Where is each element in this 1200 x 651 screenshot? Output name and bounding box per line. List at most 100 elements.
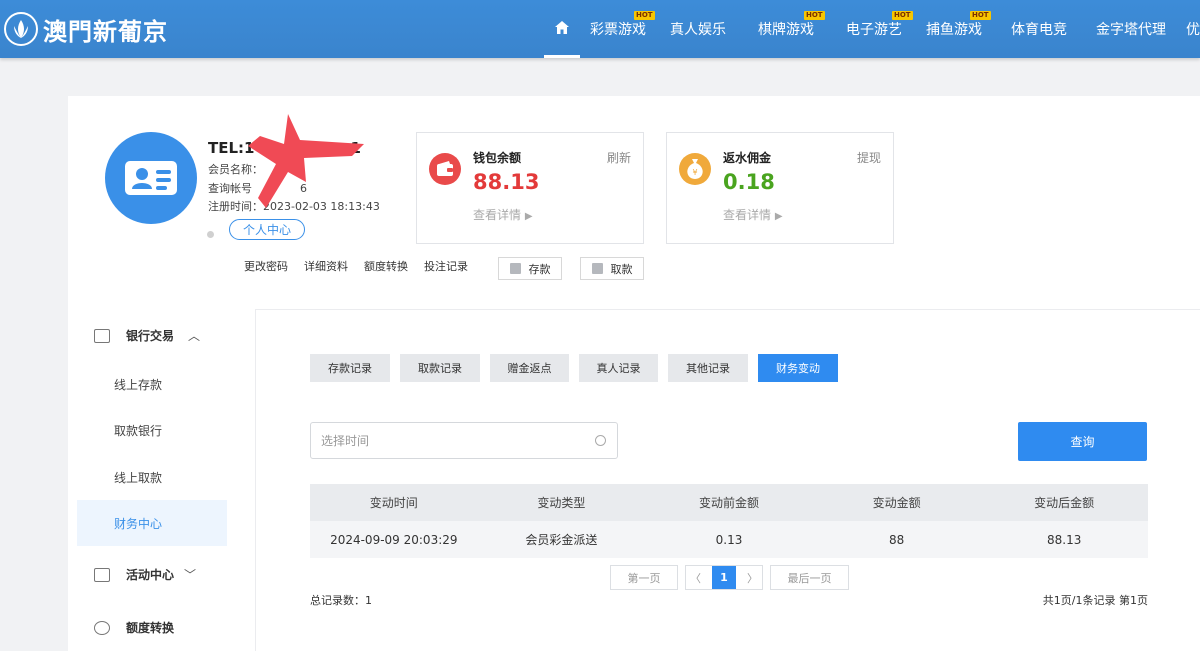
account-label: 查询帐号	[208, 182, 252, 195]
nav-more[interactable]: 优	[1186, 0, 1200, 58]
chevron-down-icon: ﹀	[184, 568, 197, 582]
personal-center-button[interactable]: 个人中心	[229, 219, 305, 240]
page-summary: 共1页/1条记录 第1页	[1042, 594, 1148, 607]
date-picker-input[interactable]: 选择时间	[310, 422, 618, 459]
refresh-link[interactable]: 刷新	[607, 149, 631, 166]
pager-nav: 〈 1 〉	[685, 565, 763, 590]
clock-icon	[595, 435, 606, 446]
nav-label: 彩票游戏	[590, 22, 646, 38]
wallet-icon	[429, 153, 461, 185]
nav-lottery[interactable]: 彩票游戏 HOT	[590, 0, 655, 58]
nav-label: 优	[1186, 22, 1200, 38]
svg-text:¥: ¥	[692, 168, 697, 177]
sidebar-item-online-deposit[interactable]: 线上存款	[77, 361, 227, 407]
nav-home[interactable]	[544, 0, 580, 58]
sidebar-item-withdraw-bank[interactable]: 取款银行	[77, 407, 227, 453]
sidebar-item-online-withdraw[interactable]: 线上取款	[77, 454, 227, 500]
withdraw-label: 取款	[610, 262, 633, 276]
nav-live[interactable]: 真人娱乐	[670, 0, 726, 58]
pager-prev[interactable]: 〈	[690, 570, 701, 586]
money-bag-icon: ¥	[679, 153, 711, 185]
profile-details-link[interactable]: 详细资料	[304, 258, 348, 274]
status-dot	[207, 231, 214, 238]
triangle-right-icon: ▶	[524, 211, 533, 222]
wallet-amount: 88.13	[473, 170, 540, 194]
sidebar-group-label: 银行交易	[126, 329, 175, 343]
hot-badge: HOT	[804, 11, 825, 20]
total-records: 总记录数：1	[310, 594, 372, 607]
nav-chess[interactable]: 棋牌游戏 HOT	[758, 0, 825, 58]
account-suffix: 6	[300, 182, 307, 195]
tab-other-records[interactable]: 其他记录	[668, 354, 748, 382]
tab-finance-changes[interactable]: 财务变动	[758, 354, 838, 382]
transfer-icon	[94, 620, 110, 635]
cell-type: 会员彩金派送	[525, 533, 598, 547]
detail-label: 查看详情	[723, 208, 772, 222]
withdraw-link[interactable]: 提现	[857, 149, 881, 166]
detail-label: 查看详情	[473, 208, 522, 222]
pager-current[interactable]: 1	[712, 566, 736, 589]
cell-time: 2024-09-09 20:03:29	[330, 532, 458, 547]
sidebar-group-activity[interactable]: 活动中心 ﹀	[94, 566, 196, 583]
tab-live-records[interactable]: 真人记录	[579, 354, 658, 382]
sidebar-group-transfer[interactable]: 额度转换	[94, 619, 174, 636]
nav-label: 金字塔代理	[1096, 22, 1166, 38]
wallet-balance-box: 钱包余额 刷新 88.13 查看详情 ▶	[416, 132, 644, 244]
pager-first[interactable]: 第一页	[610, 565, 678, 590]
register-time: 注册时间：2023-02-03 18:13:43	[208, 200, 380, 213]
nav-slots[interactable]: 电子游艺 HOT	[846, 0, 913, 58]
column-header: 变动后金额	[1034, 496, 1095, 510]
bet-records-link[interactable]: 投注记录	[424, 258, 468, 274]
deposit-button[interactable]: 存款	[498, 257, 562, 280]
column-header: 变动前金额	[698, 496, 759, 510]
triangle-right-icon: ▶	[774, 211, 783, 222]
sidebar-group-label: 活动中心	[126, 568, 175, 582]
pager-next[interactable]: 〉	[747, 570, 758, 586]
rebate-box: ¥ 返水佣金 提现 0.18 查看详情 ▶	[666, 132, 894, 244]
tab-deposit-records[interactable]: 存款记录	[310, 354, 390, 382]
nav-sports[interactable]: 体育电竞	[1011, 0, 1067, 58]
wallet-detail-link[interactable]: 查看详情 ▶	[473, 206, 533, 223]
divider	[255, 309, 1200, 310]
change-password-link[interactable]: 更改密码	[244, 258, 288, 274]
id-card-icon	[125, 161, 177, 195]
table-header: 变动时间 变动类型 变动前金额 变动金额 变动后金额	[310, 484, 1148, 521]
withdraw-button[interactable]: 取款	[580, 257, 644, 280]
avatar	[105, 132, 197, 224]
balance-transfer-link[interactable]: 额度转换	[364, 258, 408, 274]
rebate-detail-link[interactable]: 查看详情 ▶	[723, 206, 783, 223]
cell-amount: 88	[888, 532, 905, 547]
logo-text: 澳門新葡京	[43, 16, 168, 46]
site-logo[interactable]: 澳門新葡京	[4, 10, 168, 48]
tab-withdraw-records[interactable]: 取款记录	[400, 354, 480, 382]
column-header: 变动时间	[369, 496, 418, 510]
pager-last[interactable]: 最后一页	[770, 565, 849, 590]
hot-badge: HOT	[892, 11, 913, 20]
nav-label: 捕鱼游戏	[926, 22, 982, 38]
finance-table: 变动时间 变动类型 变动前金额 变动金额 变动后金额 2024-09-09 20…	[310, 484, 1148, 558]
bank-card-icon	[94, 328, 110, 343]
query-button[interactable]: 查询	[1018, 422, 1147, 461]
tab-bonus-rebate[interactable]: 赠金返点	[490, 354, 569, 382]
nav-label: 真人娱乐	[670, 22, 726, 38]
logo-emblem-icon	[4, 12, 38, 46]
chevron-up-icon: ︿	[188, 329, 201, 343]
rebate-label: 返水佣金	[723, 151, 772, 165]
hot-badge: HOT	[634, 11, 655, 20]
member-tel: TEL:1 1	[208, 139, 361, 157]
home-icon	[555, 21, 569, 34]
nav-agent[interactable]: 金字塔代理	[1096, 0, 1166, 58]
nav-fishing[interactable]: 捕鱼游戏 HOT	[926, 0, 991, 58]
sidebar-item-finance-center[interactable]: 财务中心	[77, 500, 227, 546]
sidebar-group-bank[interactable]: 银行交易 ︿	[94, 327, 200, 344]
main-nav: 彩票游戏 HOT 真人娱乐 棋牌游戏 HOT 电子游艺 HOT 捕鱼游戏 HOT…	[544, 0, 1200, 58]
wallet-label: 钱包余额	[473, 151, 522, 165]
rebate-amount: 0.18	[723, 170, 775, 194]
hot-badge: HOT	[970, 11, 991, 20]
deposit-icon	[509, 263, 521, 274]
nav-label: 体育电竞	[1011, 22, 1067, 38]
tel-suffix: 1	[350, 139, 361, 157]
column-header: 变动金额	[872, 496, 921, 510]
table-row: 2024-09-09 20:03:29 会员彩金派送 0.13 88 88.13	[310, 521, 1148, 558]
gift-icon	[94, 567, 110, 582]
